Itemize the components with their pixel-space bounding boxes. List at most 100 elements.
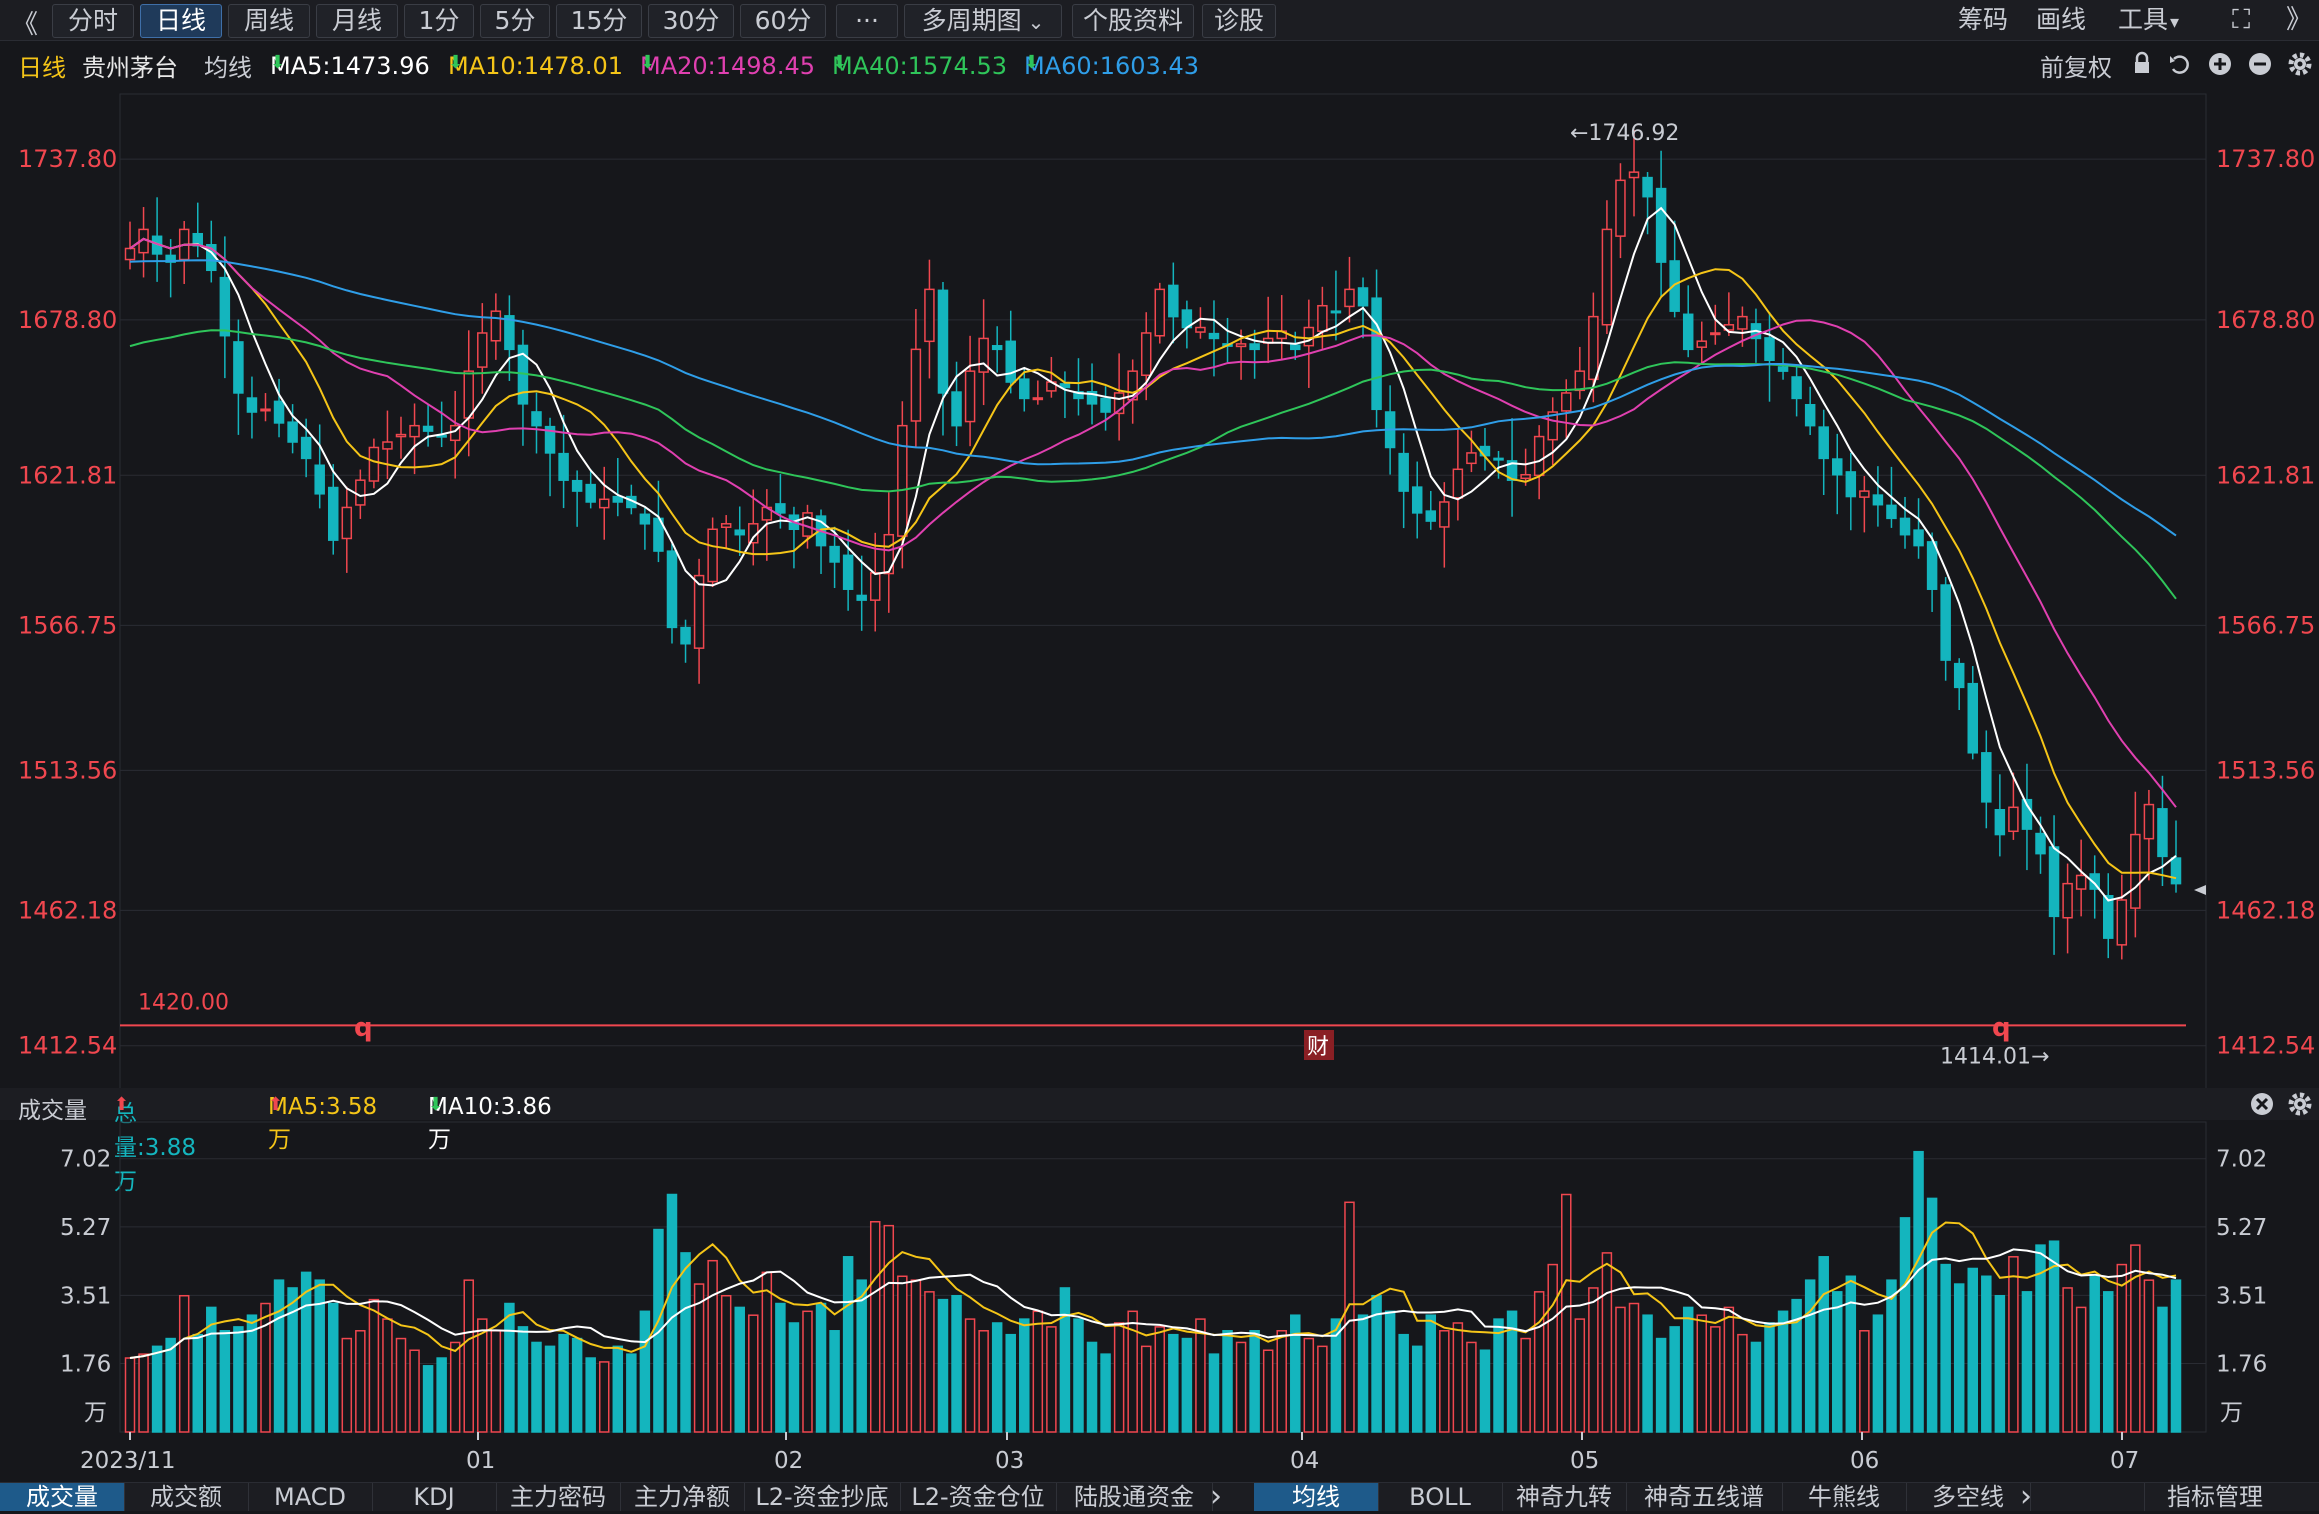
tabs-next-icon[interactable]: › xyxy=(2020,1479,2032,1514)
zoom-out-icon[interactable] xyxy=(2246,50,2274,78)
tab-label: 日线 xyxy=(155,6,206,35)
indicator-tab-6[interactable]: L2-资金抄底 xyxy=(744,1483,901,1511)
ma-label[interactable]: 均线 xyxy=(204,48,252,83)
tab-label: 诊股 xyxy=(1213,6,1264,35)
tab-monthly[interactable]: 月线 xyxy=(316,4,398,38)
tab-stock-profile[interactable]: 个股资料 xyxy=(1072,4,1194,38)
candle-body xyxy=(355,479,366,506)
indicator-management-button[interactable]: 指标管理 xyxy=(2144,1483,2317,1511)
indicator-tab-4[interactable]: 主力密码 xyxy=(496,1483,621,1511)
indicator-tab-8[interactable]: 陆股通资金 xyxy=(1056,1483,1213,1511)
collapse-icon[interactable]: 《 xyxy=(12,4,38,41)
volume-settings-icon[interactable] xyxy=(2286,1090,2314,1118)
tab-label: ··· xyxy=(855,6,879,35)
volume-bar xyxy=(531,1341,542,1433)
overlay-tab-3[interactable]: 神奇五线谱 xyxy=(1626,1483,1783,1511)
ma10-line xyxy=(129,237,2177,880)
indicator-tab-2[interactable]: MACD xyxy=(248,1483,373,1511)
plot-frame xyxy=(119,93,2207,1089)
candle-body xyxy=(598,498,610,509)
volume-bar xyxy=(504,1302,515,1433)
volume-bar xyxy=(422,1365,434,1433)
tab-5min[interactable]: 5分 xyxy=(480,4,550,38)
tab-60min[interactable]: 60分 xyxy=(740,4,826,38)
down-arrow-icon: ⬇ xyxy=(448,52,464,73)
price-chart[interactable]: 1737.80 1737.80 1678.80 1678.80 1621.81 1621.… xyxy=(0,84,2319,1089)
volume-chart[interactable]: 7.02 7.02 5.27 5.27 3.51 3.51 1.76 1.76 万 万 2023/1… xyxy=(0,1120,2319,1482)
indicator-tab-1[interactable]: 成交额 xyxy=(124,1483,249,1511)
indicator-tab-5[interactable]: 主力净额 xyxy=(620,1483,745,1511)
candle-body xyxy=(1439,501,1450,528)
candle-body xyxy=(1601,228,1613,326)
tab-more[interactable]: ··· xyxy=(836,4,898,38)
volume-tick-left: 7.02 xyxy=(60,1147,111,1173)
expand-right-icon[interactable]: 》 xyxy=(2286,4,2312,36)
candle-body xyxy=(1818,426,1829,460)
date-label: 01 xyxy=(466,1448,495,1474)
price-tick-right: 1566.75 xyxy=(2216,611,2315,639)
candle-body xyxy=(1574,370,1586,392)
volume-bar xyxy=(395,1337,407,1433)
tab-daily[interactable]: 日线 xyxy=(140,4,222,38)
volume-bar xyxy=(368,1298,380,1433)
overlay-tab-2[interactable]: 神奇九转 xyxy=(1502,1483,1627,1511)
volume-bar xyxy=(1520,1337,1531,1433)
settings-icon[interactable] xyxy=(2286,50,2314,78)
indicator-tab-7[interactable]: L2-资金仓位 xyxy=(900,1483,1057,1511)
tools-button[interactable]: 工具 ▾ xyxy=(2118,4,2179,36)
tab-multi-period[interactable]: 多周期图 ⌄ xyxy=(904,4,1062,38)
volume-bar xyxy=(1452,1322,1464,1433)
draw-line-button[interactable]: 画线 xyxy=(2036,4,2086,36)
volume-tick-left: 5.27 xyxy=(60,1215,111,1241)
candle-body xyxy=(2048,846,2060,918)
volume-bar xyxy=(978,1330,989,1433)
tab-label: 60分 xyxy=(754,6,812,35)
indicator-tab-0[interactable]: 成交量 xyxy=(0,1483,125,1511)
volume-bar xyxy=(1046,1326,1057,1433)
tab-weekly[interactable]: 周线 xyxy=(228,4,310,38)
tab-diagnose[interactable]: 诊股 xyxy=(1202,4,1276,38)
volume-bar xyxy=(327,1302,339,1433)
candle-body xyxy=(2062,882,2073,919)
zoom-in-icon[interactable] xyxy=(2206,50,2234,78)
price-tick-right: 1462.18 xyxy=(2216,896,2315,924)
tab-30min[interactable]: 30分 xyxy=(648,4,734,38)
volume-unit-left: 万 xyxy=(84,1400,107,1426)
volume-bar xyxy=(1344,1201,1355,1433)
volume-bar xyxy=(1804,1279,1816,1433)
volume-bar xyxy=(1276,1330,1287,1433)
candle-body xyxy=(1290,344,1301,351)
overlay-tab-5[interactable]: 多空线 xyxy=(1906,1483,2031,1511)
candle-body xyxy=(1398,452,1409,492)
volume-bar xyxy=(653,1228,664,1433)
tab-time[interactable]: 分时 xyxy=(52,4,134,38)
volume-tick-left: 3.51 xyxy=(60,1283,111,1309)
volume-bar xyxy=(1628,1302,1640,1433)
close-icon[interactable] xyxy=(2248,1090,2276,1118)
tools-dropdown-icon: ▾ xyxy=(2170,12,2180,33)
chips-button[interactable]: 筹码 xyxy=(1958,4,2008,36)
tab-1min[interactable]: 1分 xyxy=(404,4,474,38)
overlay-tab-1[interactable]: BOLL xyxy=(1378,1483,1503,1511)
event-marker-q[interactable]: q xyxy=(354,1013,373,1043)
volume-bar xyxy=(124,1357,136,1433)
overlay-tab-4[interactable]: 牛熊线 xyxy=(1782,1483,1907,1511)
candle-body xyxy=(341,506,353,540)
indicator-tab-3[interactable]: KDJ xyxy=(372,1483,497,1511)
overlay-tab-0[interactable]: 均线 xyxy=(1254,1483,1379,1511)
price-tick-left: 1678.80 xyxy=(18,306,117,334)
undo-icon[interactable] xyxy=(2166,50,2194,78)
volume-bar xyxy=(1195,1318,1206,1433)
lock-icon[interactable] xyxy=(2128,50,2156,78)
volume-bar xyxy=(1723,1306,1735,1433)
adjust-mode-button[interactable]: 前复权 xyxy=(2040,48,2112,83)
fullscreen-icon[interactable]: ⛶ xyxy=(2232,4,2250,36)
event-marker-q[interactable]: q xyxy=(1992,1013,2011,1043)
tab-15min[interactable]: 15分 xyxy=(556,4,642,38)
volume-bar xyxy=(1682,1306,1694,1433)
volume-bar xyxy=(449,1341,461,1433)
volume-bar xyxy=(300,1271,312,1433)
tabs-next-icon[interactable]: › xyxy=(1210,1479,1222,1514)
volume-bar xyxy=(897,1275,908,1433)
volume-bar xyxy=(1601,1252,1613,1433)
